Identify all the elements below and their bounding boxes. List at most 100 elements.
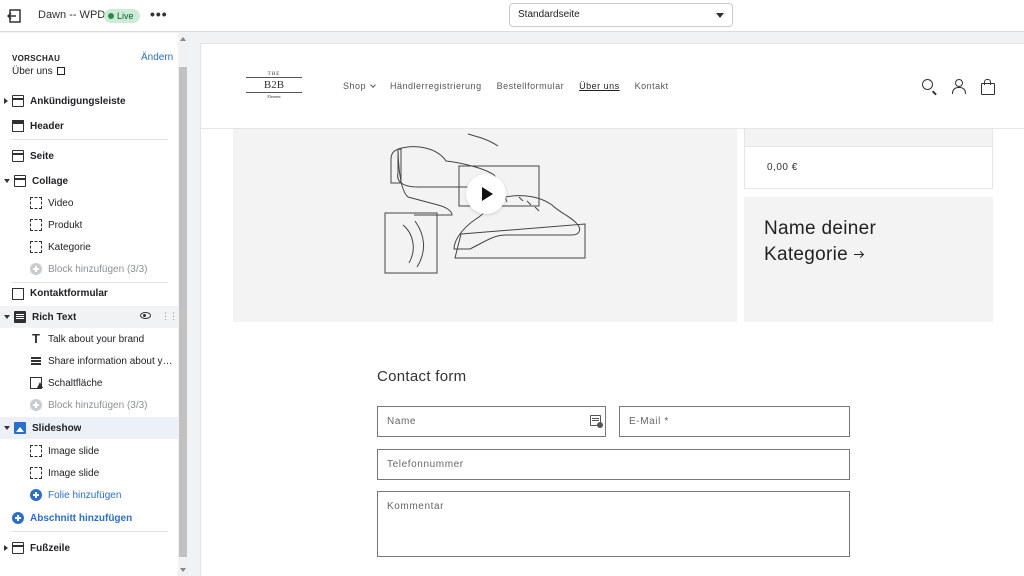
block-paragraph[interactable]: Share information about your... xyxy=(0,350,178,372)
template-select[interactable]: Standardseite xyxy=(509,3,733,27)
category-title: Name deiner Kategorie xyxy=(764,216,964,268)
nav-contact[interactable]: Kontakt xyxy=(635,81,669,91)
block-label: Video xyxy=(48,197,74,209)
add-section-button[interactable]: Abschnitt hinzufügen xyxy=(0,507,178,529)
envelope-icon xyxy=(12,288,24,300)
section-icon xyxy=(14,175,26,187)
block-label: Image slide xyxy=(48,467,100,479)
scroll-down-icon[interactable] xyxy=(180,568,186,572)
add-block-rich-text[interactable]: Block hinzufügen (3/3) xyxy=(0,394,178,416)
store-name: Dawn -- WPD xyxy=(38,9,106,21)
store-preview: 0,00 € Name deiner Kategorie Contact for… xyxy=(200,43,1024,576)
section-page[interactable]: Seite xyxy=(0,145,178,167)
add-slide-label: Folie hinzufügen xyxy=(48,489,122,501)
block-label: Produkt xyxy=(48,219,83,231)
nav-about-us[interactable]: Über uns xyxy=(579,81,620,91)
section-collage[interactable]: Collage xyxy=(0,170,178,192)
more-actions-icon[interactable]: ••• xyxy=(150,6,168,22)
add-circle-icon xyxy=(12,512,24,524)
collapse-icon[interactable] xyxy=(4,179,10,183)
store-logo[interactable]: THE B2B Element xyxy=(240,72,308,100)
nav-order-form[interactable]: Bestellformular xyxy=(497,81,565,91)
section-label: Kontaktformular xyxy=(30,287,108,299)
cart-icon[interactable] xyxy=(980,79,995,95)
collapse-icon[interactable] xyxy=(4,426,10,430)
external-link-icon xyxy=(56,67,65,75)
section-label: Header xyxy=(30,120,64,132)
add-slide-button[interactable]: Folie hinzufügen xyxy=(0,484,178,506)
expand-icon[interactable] xyxy=(4,545,8,551)
scrollbar-thumb[interactable] xyxy=(179,67,187,557)
phone-field[interactable]: Telefonnummer xyxy=(377,449,850,480)
section-contact-form[interactable]: Kontaktformular xyxy=(0,282,178,304)
nav-shop-label: Shop xyxy=(343,81,367,91)
change-page-link[interactable]: Ändern xyxy=(141,52,173,63)
email-field[interactable]: E-Mail * xyxy=(619,406,850,437)
section-footer[interactable]: Fußzeile xyxy=(0,537,178,559)
preview-page-name: Über uns xyxy=(12,66,53,77)
preview-page-link[interactable]: Über uns xyxy=(12,66,65,77)
block-heading[interactable]: T Talk about your brand xyxy=(0,328,178,350)
play-button[interactable] xyxy=(466,174,506,214)
text-block-icon xyxy=(14,311,26,323)
section-label: Fußzeile xyxy=(30,542,71,554)
block-image-slide[interactable]: Image slide xyxy=(0,440,178,462)
category-title-text: Name deiner Kategorie xyxy=(764,218,877,265)
block-product[interactable]: Produkt xyxy=(0,214,178,236)
eye-icon[interactable] xyxy=(140,312,151,319)
add-circle-icon xyxy=(30,489,42,501)
template-select-value: Standardseite xyxy=(518,9,580,20)
search-icon[interactable] xyxy=(922,79,933,90)
block-label: Talk about your brand xyxy=(48,333,145,345)
caret-down-icon xyxy=(716,13,724,18)
block-video[interactable]: Video xyxy=(0,192,178,214)
add-block-label: Block hinzufügen (3/3) xyxy=(48,399,148,411)
block-button[interactable]: Schaltfläche xyxy=(0,372,178,394)
add-block-label: Block hinzufügen (3/3) xyxy=(48,263,148,275)
nav-dealer-registration[interactable]: Händlerregistrierung xyxy=(390,81,482,91)
section-announcement-bar[interactable]: Ankündigungsleiste xyxy=(0,90,178,112)
section-label: Slideshow xyxy=(32,422,82,434)
section-label: Ankündigungsleiste xyxy=(30,95,126,107)
section-header[interactable]: Header xyxy=(0,115,178,137)
block-category[interactable]: Kategorie xyxy=(0,236,178,258)
section-icon xyxy=(12,542,24,554)
comment-field[interactable]: Kommentar xyxy=(377,491,850,557)
block-label: Share information about your... xyxy=(48,355,178,367)
account-icon[interactable] xyxy=(951,79,966,94)
sidebar-scrollbar[interactable] xyxy=(178,33,188,576)
add-circle-icon xyxy=(30,399,42,411)
name-field[interactable]: Name xyxy=(377,406,606,437)
contact-form-title: Contact form xyxy=(377,368,467,385)
chevron-down-icon xyxy=(370,82,376,88)
image-icon xyxy=(14,422,26,434)
name-placeholder: Name xyxy=(387,416,417,427)
divider xyxy=(12,531,168,532)
autofill-contact-icon[interactable] xyxy=(590,415,603,428)
shoes-illustration xyxy=(384,133,586,274)
collapse-icon[interactable] xyxy=(4,315,10,319)
email-placeholder: E-Mail * xyxy=(629,416,669,427)
preview-label: VORSCHAU xyxy=(12,54,61,63)
collage-category-card[interactable]: Name deiner Kategorie xyxy=(744,197,993,322)
section-rich-text[interactable]: Rich Text ⋮⋮ xyxy=(0,306,178,328)
divider xyxy=(12,139,168,140)
add-block-collage[interactable]: Block hinzufügen (3/3) xyxy=(0,258,178,280)
collage-product-card[interactable]: 0,00 € xyxy=(744,129,993,189)
exit-icon[interactable] xyxy=(7,8,23,24)
drag-handle-icon[interactable]: ⋮⋮ xyxy=(161,311,178,322)
logo-sub: Element xyxy=(246,92,302,99)
comment-placeholder: Kommentar xyxy=(387,501,445,512)
scroll-up-icon[interactable] xyxy=(180,37,186,41)
nav-shop[interactable]: Shop xyxy=(343,81,376,91)
block-icon xyxy=(30,219,42,231)
paragraph-icon xyxy=(30,355,42,367)
block-label: Schaltfläche xyxy=(48,377,103,389)
expand-icon[interactable] xyxy=(4,98,8,104)
block-image-slide[interactable]: Image slide xyxy=(0,462,178,484)
section-slideshow[interactable]: Slideshow xyxy=(0,417,178,439)
add-section-label: Abschnitt hinzufügen xyxy=(30,512,133,524)
block-icon xyxy=(30,197,42,209)
live-badge: Live xyxy=(104,9,140,23)
product-image-area xyxy=(745,129,992,147)
